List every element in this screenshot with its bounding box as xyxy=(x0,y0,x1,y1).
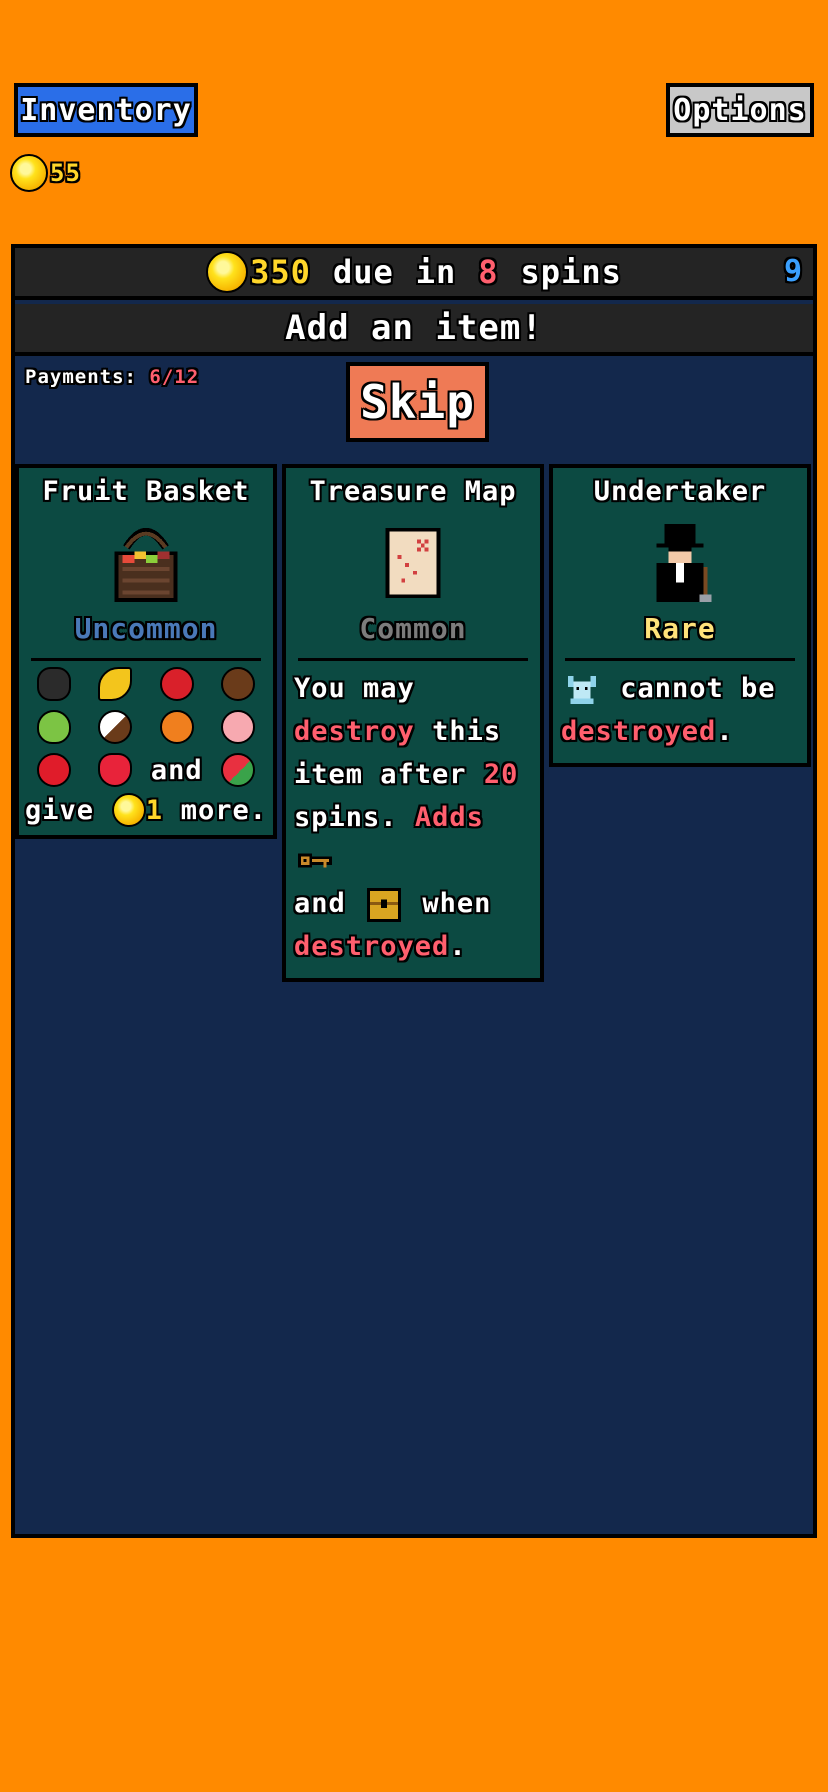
strawberry-icon xyxy=(98,753,133,787)
rent-due-bar: 350 due in 8 spins 9 xyxy=(15,248,813,300)
give-amount: 1 xyxy=(145,794,163,826)
coin-amount: 55 xyxy=(50,159,81,187)
rarity-label: Rare xyxy=(644,612,716,645)
inventory-button[interactable]: Inventory xyxy=(14,83,198,137)
rarity-label: Uncommon xyxy=(74,612,218,645)
spins-number: 20 xyxy=(483,759,519,790)
banana-icon xyxy=(98,667,133,701)
card-description: You may destroy this item after 20 spins… xyxy=(286,667,540,978)
coin-counter: 55 xyxy=(10,154,81,192)
watermelon-icon xyxy=(221,753,256,787)
card-title: Fruit Basket xyxy=(42,476,250,507)
apple-icon xyxy=(36,753,71,787)
rent-in-word: in xyxy=(415,253,457,291)
item-card-treasure-map[interactable]: Treasure Map Common You may destroy this xyxy=(282,464,544,982)
durian-icon xyxy=(36,667,71,701)
treasure-map-icon xyxy=(373,520,453,606)
payments-counter: Payments: 6/12 xyxy=(25,366,199,388)
reroll-count: 9 xyxy=(783,254,803,289)
desc-text: spins. xyxy=(294,802,398,833)
desc-text: You may xyxy=(294,673,415,704)
give-word: give xyxy=(25,794,95,826)
coin-icon xyxy=(206,251,249,293)
fruit-basket-icon xyxy=(106,520,186,606)
orange-icon xyxy=(159,710,194,744)
divider xyxy=(565,658,795,661)
fruit-list: and xyxy=(19,667,273,791)
coin-icon xyxy=(111,793,146,827)
peach-icon xyxy=(221,710,256,744)
undertaker-icon xyxy=(640,520,720,606)
coin-icon xyxy=(10,154,48,192)
item-card-undertaker[interactable]: Undertaker Rare cannot be destroyed. xyxy=(549,464,811,767)
desc-text: and xyxy=(294,888,346,919)
give-line: give 1 more. xyxy=(19,791,273,835)
and-word: and xyxy=(150,754,203,786)
item-selection-panel: 350 due in 8 spins 9 Add an item! Paymen… xyxy=(11,244,817,1538)
destroyed-keyword: destroyed xyxy=(294,931,450,962)
coconut-half-icon xyxy=(98,710,133,744)
treasure-chest-icon xyxy=(367,887,402,922)
card-title: Undertaker xyxy=(593,476,767,507)
key-icon xyxy=(298,845,332,879)
coconut-icon xyxy=(221,667,256,701)
desc-text: when xyxy=(422,888,492,919)
desc-text: this xyxy=(432,716,502,747)
cherry-icon xyxy=(159,667,194,701)
desc-text: . xyxy=(449,931,467,962)
divider xyxy=(298,658,528,661)
card-title: Treasure Map xyxy=(309,476,517,507)
spins-left: 8 xyxy=(478,253,499,291)
pear-icon xyxy=(36,710,71,744)
desc-text: cannot be xyxy=(620,673,776,704)
desc-text: item after xyxy=(294,759,467,790)
destroyed-keyword: destroyed xyxy=(561,716,717,747)
add-item-prompt: Add an item! xyxy=(15,304,813,356)
item-card-fruit-basket[interactable]: Fruit Basket Uncommon and give 1 more. xyxy=(15,464,277,839)
destroy-keyword: destroy xyxy=(294,716,415,747)
divider xyxy=(31,658,261,661)
options-button[interactable]: Options xyxy=(666,83,814,137)
payments-value: 6/12 xyxy=(149,366,200,388)
more-word: more. xyxy=(180,794,267,826)
payments-label: Payments: xyxy=(25,366,137,388)
rarity-label: Common xyxy=(359,612,467,645)
rent-due-word: due xyxy=(332,253,394,291)
desc-text: . xyxy=(716,716,734,747)
card-description: cannot be destroyed. xyxy=(553,667,807,763)
adds-keyword: Adds xyxy=(414,802,484,833)
rent-spins-word: spins xyxy=(520,253,622,291)
skip-button[interactable]: Skip xyxy=(346,362,489,442)
rent-amount: 350 xyxy=(250,253,311,291)
spirit-icon xyxy=(565,673,599,707)
